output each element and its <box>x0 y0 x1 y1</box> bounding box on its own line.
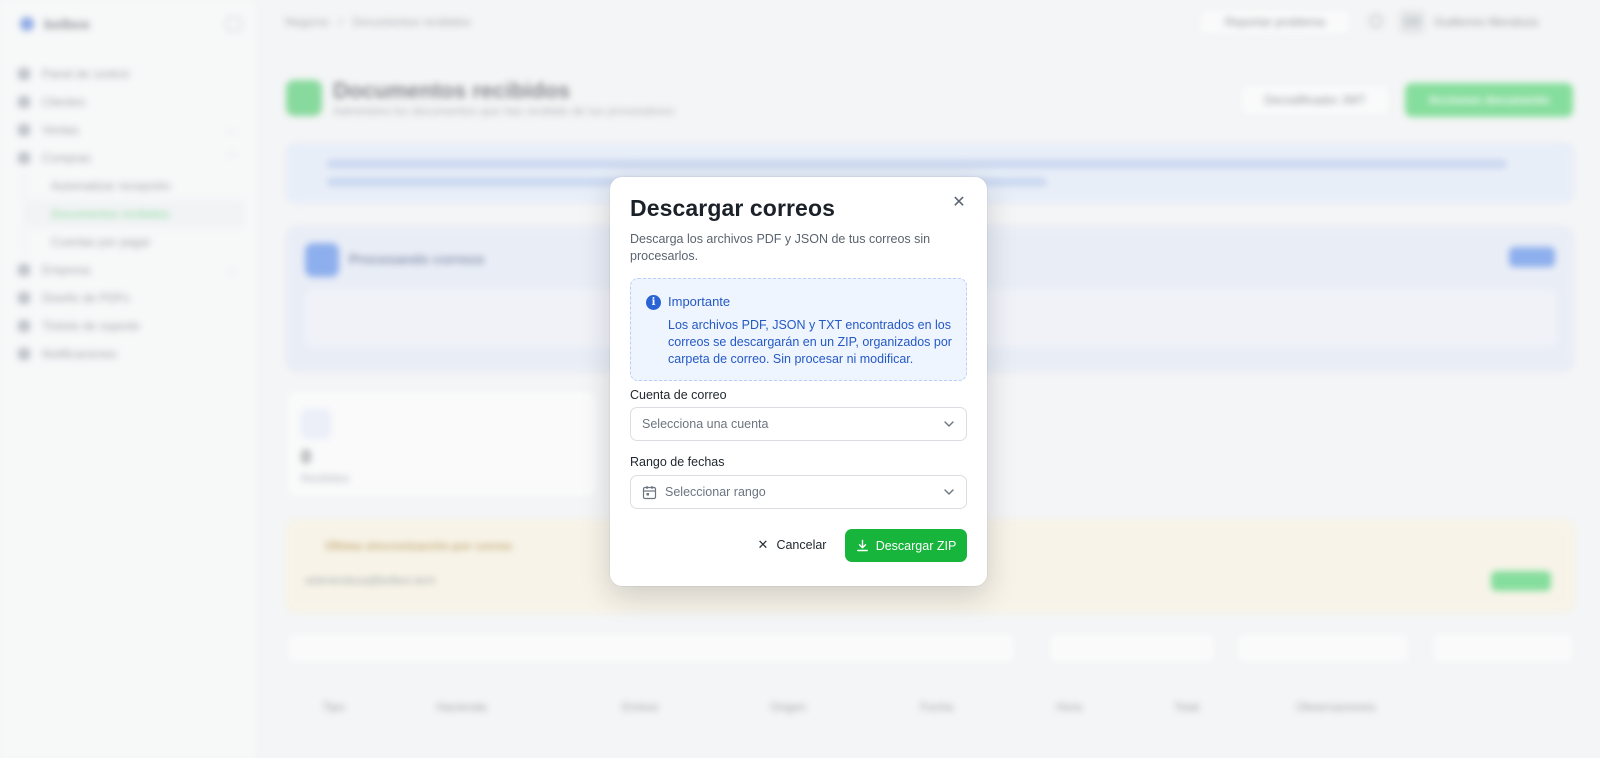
account-label: Cuenta de correo <box>630 388 727 402</box>
info-icon: i <box>646 295 661 310</box>
dialog-title: Descargar correos <box>630 195 835 221</box>
date-range-placeholder: Seleccionar rango <box>665 485 766 499</box>
cancel-label: Cancelar <box>776 538 827 552</box>
account-placeholder: Selecciona una cuenta <box>642 417 769 431</box>
chevron-down-icon <box>944 421 954 427</box>
chevron-down-icon <box>944 489 954 495</box>
download-zip-button[interactable]: Descargar ZIP <box>845 529 967 562</box>
notice-body: Los archivos PDF, JSON y TXT encontrados… <box>668 318 952 366</box>
calendar-icon <box>642 486 657 500</box>
download-emails-dialog: ✕ Descargar correos Descarga los archivo… <box>610 177 987 586</box>
cancel-button[interactable]: ✕ Cancelar <box>743 529 841 561</box>
notice-title: Importante <box>668 294 731 309</box>
date-range-select[interactable]: Seleccionar rango <box>630 475 967 509</box>
close-icon: ✕ <box>757 537 769 552</box>
download-icon <box>856 539 868 552</box>
date-range-label: Rango de fechas <box>630 455 725 469</box>
download-zip-label: Descargar ZIP <box>875 538 957 553</box>
important-notice: i Importante Los archivos PDF, JSON y TX… <box>630 278 967 381</box>
close-button[interactable]: ✕ <box>949 193 969 213</box>
dialog-description: Descarga los archivos PDF y JSON de tus … <box>630 232 931 263</box>
close-icon: ✕ <box>952 194 966 211</box>
account-select[interactable]: Selecciona una cuenta <box>630 407 967 441</box>
